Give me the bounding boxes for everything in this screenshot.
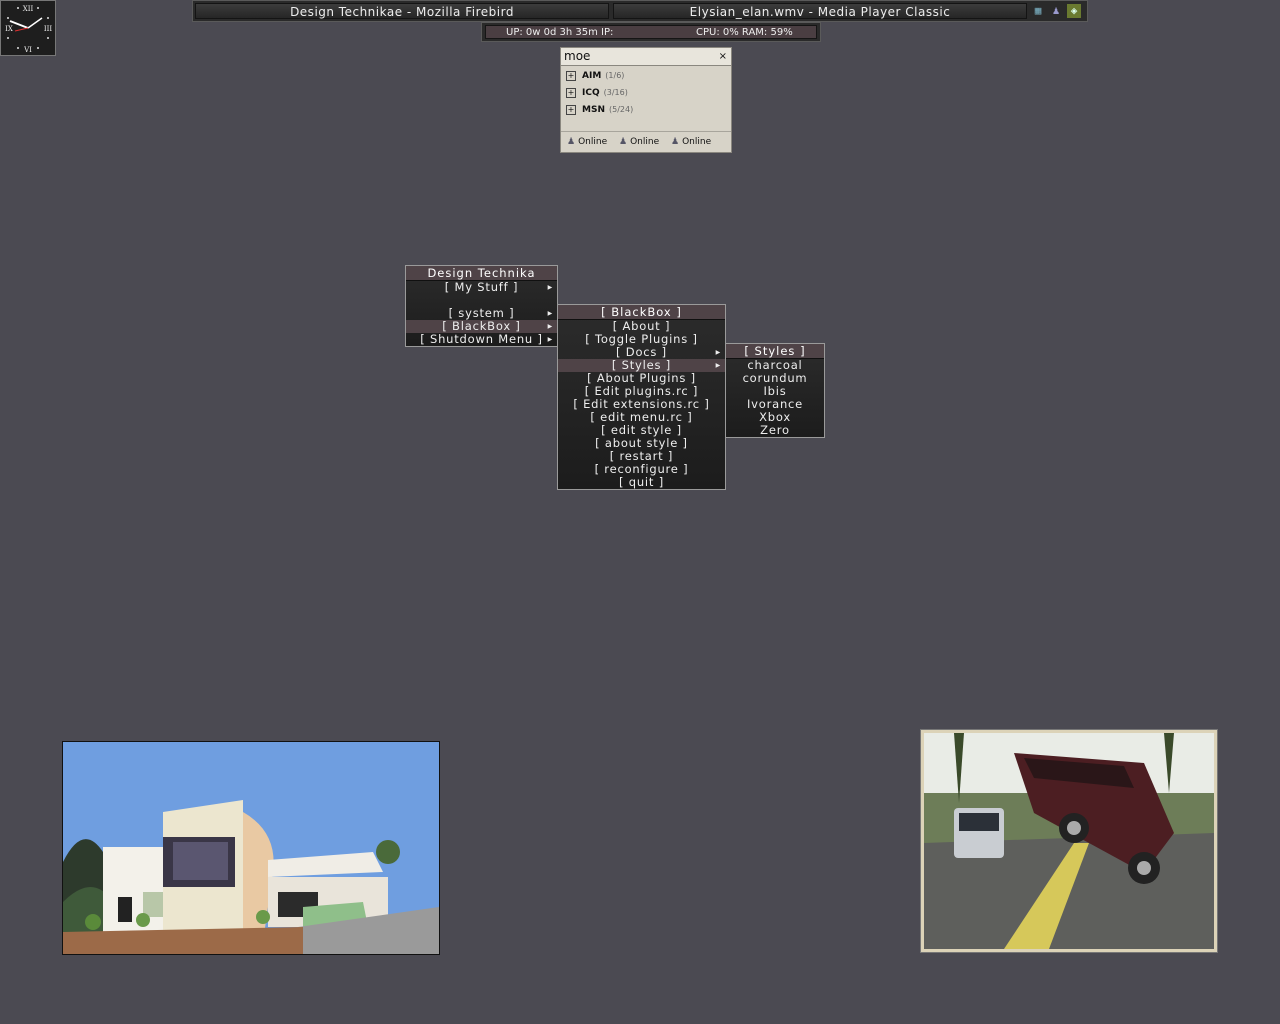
clock-minute-hand: [27, 17, 43, 29]
menu-item-quit[interactable]: [ quit ]: [558, 476, 725, 489]
menu-item-label: [ edit style ]: [601, 423, 682, 437]
person-icon: ♟: [567, 137, 576, 147]
network-icon[interactable]: ▦: [1031, 4, 1045, 18]
root-menu-title: Design Technika: [406, 266, 557, 281]
menu-item-label: Zero: [760, 423, 790, 437]
menu-item-label: [ edit menu.rc ]: [590, 410, 693, 424]
menu-item-label: Ibis: [763, 384, 787, 398]
menu-item-label: [ quit ]: [619, 475, 664, 489]
close-icon[interactable]: ×: [719, 48, 727, 65]
menu-item-my-stuff[interactable]: [ My Stuff ] ▶: [406, 281, 557, 294]
group-name: AIM: [582, 71, 602, 81]
group-count: (1/6): [605, 71, 625, 80]
lowrider-video-image: [924, 733, 1214, 949]
menu-item-label: Xbox: [759, 410, 791, 424]
submenu-arrow-icon: ▶: [547, 323, 553, 330]
group-name: MSN: [582, 105, 605, 115]
menu-item-label: [ system ]: [448, 306, 515, 320]
menu-item-label: [ restart ]: [609, 449, 674, 463]
menu-item-label: [ BlackBox ]: [442, 319, 521, 333]
blackbox-menu-title: [ BlackBox ]: [558, 305, 725, 320]
analog-clock: XII III VI IX: [0, 0, 56, 56]
menu-item-label: [ Toggle Plugins ]: [585, 332, 698, 346]
menu-item-label: charcoal: [747, 358, 803, 372]
submenu-arrow-icon: ▶: [715, 362, 721, 369]
uptime-text: UP: 0w 0d 3h 35m IP:: [506, 27, 614, 38]
menu-item-label: [ About Plugins ]: [587, 371, 696, 385]
buddy-list-title[interactable]: moe ×: [561, 48, 731, 66]
expand-icon[interactable]: +: [566, 87, 576, 98]
house-illustration: [62, 741, 440, 955]
buddy-group-aim[interactable]: + AIM (1/6): [566, 69, 624, 83]
group-count: (3/16): [603, 88, 628, 97]
house-drawing: [63, 742, 439, 954]
person-icon: ♟: [671, 137, 680, 147]
buddy-list-title-text: moe: [564, 49, 591, 63]
root-menu: Design Technika [ My Stuff ] ▶ [ system ]…: [405, 265, 558, 347]
group-count: (5/24): [608, 105, 634, 114]
cpu-ram-text: CPU: 0% RAM: 59%: [696, 27, 793, 38]
system-stats-panel: UP: 0w 0d 3h 35m IP: CPU: 0% RAM: 59%: [485, 25, 817, 39]
task-button-media-player[interactable]: Elysian_elan.wmv - Media Player Classic: [613, 3, 1027, 19]
menu-item-label: [ About ]: [612, 319, 671, 333]
status-icq[interactable]: ♟ Online: [619, 132, 659, 152]
clock-numeral-12: XII: [23, 5, 34, 13]
status-label: Online: [578, 137, 608, 147]
clock-second-hand: [14, 27, 29, 32]
menu-item-label: Ivorance: [746, 397, 804, 411]
clock-numeral-9: IX: [5, 25, 13, 33]
menu-item-label: corundum: [742, 371, 808, 385]
submenu-arrow-icon: ▶: [547, 310, 553, 317]
expand-icon[interactable]: +: [566, 70, 576, 81]
expand-icon[interactable]: +: [566, 104, 576, 115]
menu-item-label: [ reconfigure ]: [594, 462, 689, 476]
video-thumbnail-frame: [920, 729, 1218, 953]
menu-item-label: [ Shutdown Menu ]: [420, 332, 543, 346]
menu-item-label: [ Docs ]: [616, 345, 667, 359]
status-label: Online: [630, 137, 660, 147]
messenger-icon[interactable]: ♟: [1049, 4, 1063, 18]
buddy-group-icq[interactable]: + ICQ (3/16): [566, 86, 628, 100]
buddy-list-window: moe × + AIM (1/6) + ICQ (3/16) + MSN (5/24) ♟ O…: [560, 47, 732, 153]
menu-item-style-zero[interactable]: Zero: [726, 424, 824, 437]
submenu-arrow-icon: ▶: [715, 349, 721, 356]
menu-item-label: [ Edit extensions.rc ]: [573, 397, 710, 411]
styles-menu-title: [ Styles ]: [726, 344, 824, 359]
taskbar: Design Technikae - Mozilla Firebird Elys…: [192, 0, 1088, 22]
person-icon: ♟: [619, 137, 628, 147]
clock-numeral-6: VI: [23, 46, 32, 54]
status-aim[interactable]: ♟ Online: [567, 132, 607, 152]
video-frame: [924, 733, 1214, 949]
display-icon[interactable]: ◈: [1067, 4, 1081, 18]
blackbox-menu: [ BlackBox ] [ About ] [ Toggle Plugins …: [557, 304, 726, 490]
menu-item-label: [ Edit plugins.rc ]: [584, 384, 699, 398]
submenu-arrow-icon: ▶: [547, 336, 553, 343]
buddy-status-row: ♟ Online ♟ Online ♟ Online: [561, 131, 731, 152]
submenu-arrow-icon: ▶: [547, 284, 553, 291]
status-msn[interactable]: ♟ Online: [671, 132, 711, 152]
styles-menu: [ Styles ] charcoal corundum Ibis Ivoran…: [725, 343, 825, 438]
menu-item-label: [ about style ]: [595, 436, 688, 450]
group-name: ICQ: [582, 88, 600, 98]
clock-numeral-3: III: [44, 25, 53, 33]
buddy-group-msn[interactable]: + MSN (5/24): [566, 103, 633, 117]
menu-item-label: [ Styles ]: [611, 358, 672, 372]
system-stats-bar: UP: 0w 0d 3h 35m IP: CPU: 0% RAM: 59%: [481, 22, 821, 42]
task-button-firebird[interactable]: Design Technikae - Mozilla Firebird: [195, 3, 609, 19]
menu-item-label: [ My Stuff ]: [444, 280, 519, 294]
status-label: Online: [682, 137, 712, 147]
clock-face-icon: XII III VI IX: [5, 5, 53, 54]
menu-item-shutdown[interactable]: [ Shutdown Menu ] ▶: [406, 333, 557, 346]
